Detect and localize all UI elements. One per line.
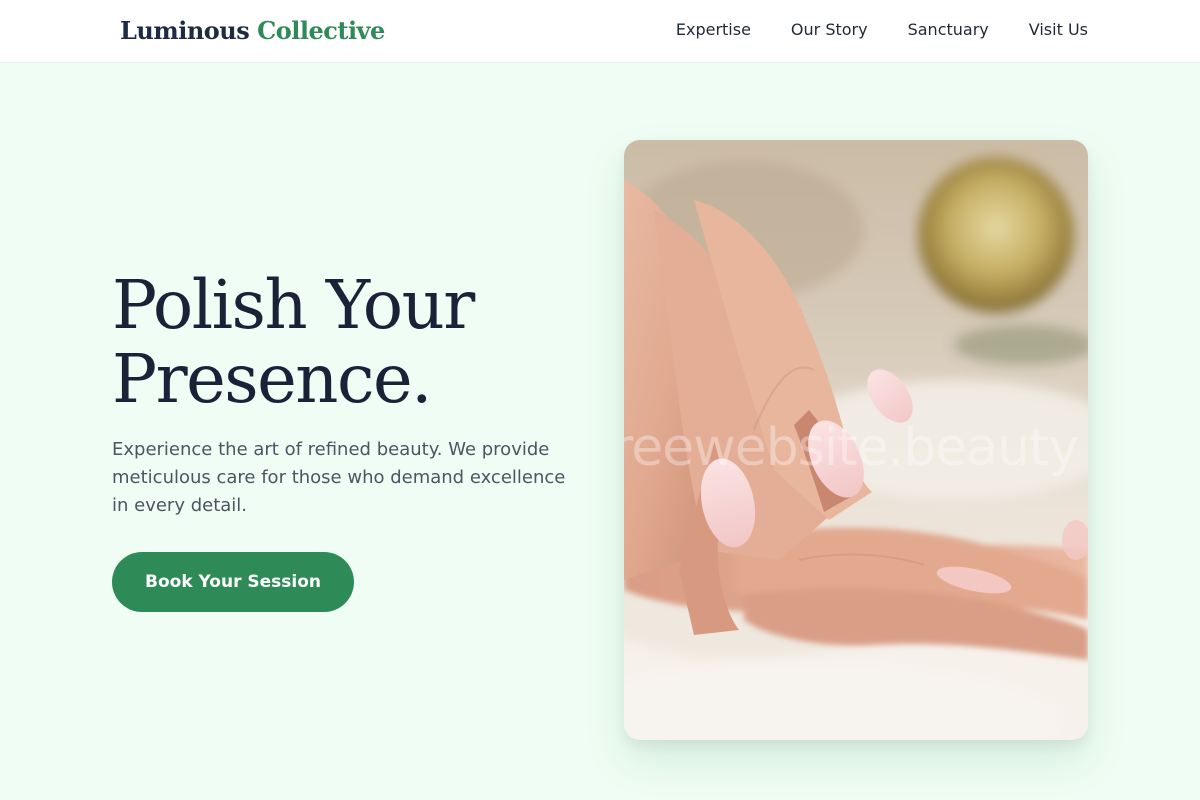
brand-logo[interactable]: Luminous Collective (120, 16, 385, 45)
top-navbar: Luminous Collective Expertise Our Story … (0, 0, 1200, 63)
hands-photo-illustration (624, 140, 1088, 740)
brand-name-part1: Luminous (120, 16, 250, 45)
nav-link-sanctuary[interactable]: Sanctuary (908, 20, 989, 39)
hero-title-line1: Polish Your (112, 266, 475, 344)
brand-name-part2: Collective (257, 16, 385, 45)
hero-title-line2: Presence. (112, 340, 432, 418)
nav-link-visit-us[interactable]: Visit Us (1029, 20, 1088, 39)
nav-link-our-story[interactable]: Our Story (791, 20, 868, 39)
hero-subtitle: Experience the art of refined beauty. We… (112, 439, 566, 516)
hero-image-manicure-hands: reewebsite.beauty (624, 140, 1088, 740)
book-session-button[interactable]: Book Your Session (112, 552, 354, 612)
hero-title: Polish Your Presence. (112, 268, 632, 416)
main-nav: Expertise Our Story Sanctuary Visit Us (676, 20, 1088, 39)
nav-link-expertise[interactable]: Expertise (676, 20, 751, 39)
